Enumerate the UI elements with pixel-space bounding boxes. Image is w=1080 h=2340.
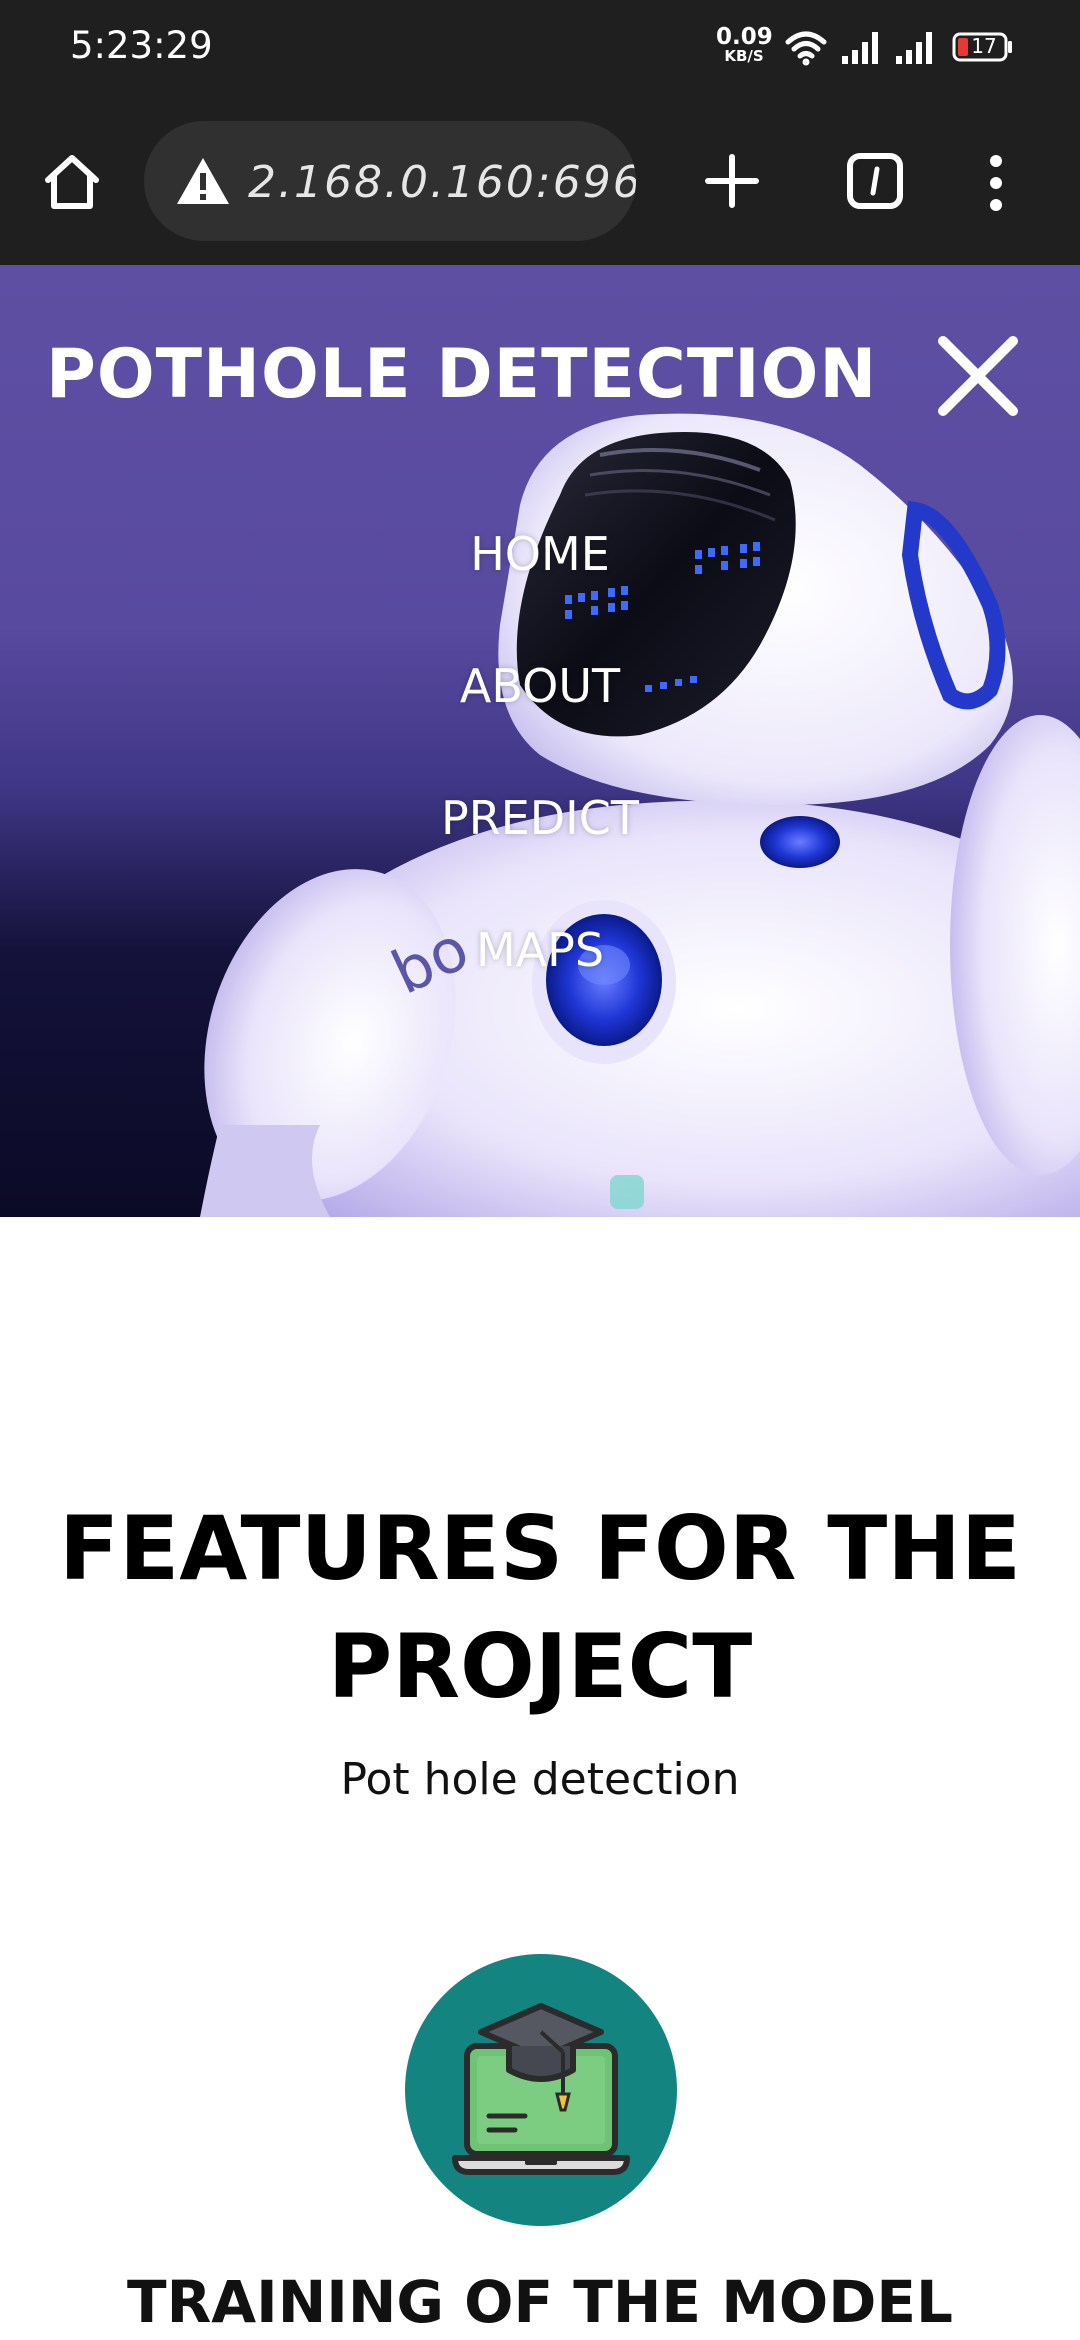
status-time: 5:23:29 [70, 24, 213, 67]
nav-maps[interactable]: MAPS [0, 923, 1080, 977]
warning-icon[interactable] [174, 155, 232, 207]
more-vert-icon[interactable] [982, 151, 1010, 215]
browser-toolbar: 2.168.0.160:6969 [0, 105, 1080, 265]
wifi-icon [785, 31, 827, 66]
home-icon[interactable] [40, 150, 104, 214]
battery-level: 17 [971, 34, 997, 58]
nav-predict[interactable]: PREDICT [0, 791, 1080, 845]
nav-about[interactable]: ABOUT [0, 659, 1080, 713]
site-title[interactable]: POTHOLE DETECTION [46, 335, 877, 414]
signal-strength-icon-2 [896, 32, 932, 64]
feature-card-title: TRAINING OF THE MODEL [127, 2268, 953, 2336]
network-speed-value: 0.09 [716, 24, 773, 50]
graduation-laptop-icon [405, 1954, 677, 2226]
nav-home[interactable]: HOME [0, 527, 1080, 581]
address-bar[interactable]: 2.168.0.160:6969 [144, 121, 636, 241]
features-subtext: Pot hole detection [340, 1754, 740, 1805]
network-speed-unit: KB/S [724, 47, 764, 65]
plus-icon[interactable] [702, 151, 762, 211]
hero-banner: bo POTHOLE DETECTION HOME ABOUT PREDICT … [0, 265, 1080, 1217]
url-text[interactable]: 2.168.0.160:6969 [248, 157, 636, 208]
status-bar: 5:23:29 0.09 KB/S 17 [0, 0, 1080, 105]
features-heading: FEATURES FOR THE PROJECT [59, 1497, 1021, 1718]
network-speed: 0.09 KB/S [716, 24, 773, 65]
signal-strength-icon [842, 32, 878, 64]
close-icon[interactable] [935, 333, 1021, 419]
tab-count-icon[interactable] [846, 152, 904, 210]
